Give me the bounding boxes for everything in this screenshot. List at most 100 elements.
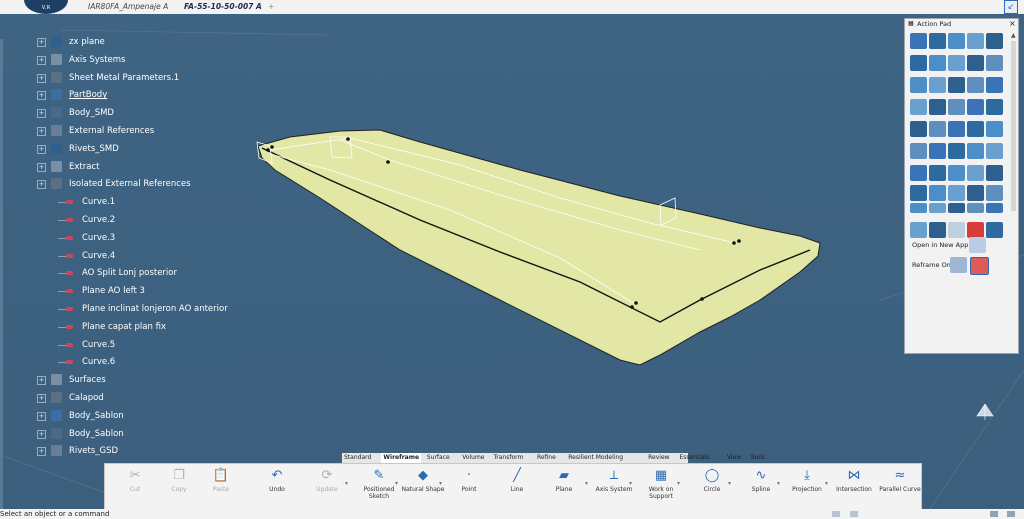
action-pad-tool-icon[interactable] [910,203,927,213]
status-icon-2[interactable] [850,511,858,517]
plane-button[interactable]: ▰ Plane [542,468,586,508]
work-on-support-button[interactable]: ▦ Work on Support [639,468,683,508]
action-pad-tool-icon[interactable] [929,77,946,93]
action-pad-tool-icon[interactable] [967,99,984,115]
3d-viewport[interactable]: + zx plane + Axis Systems + Sheet Metal Param… [0,14,1024,509]
expand-icon[interactable]: + [37,429,46,439]
action-pad-tool-icon[interactable] [929,55,946,71]
action-pad-tool-icon[interactable] [986,77,1003,93]
tab-volume[interactable]: Volume [460,453,486,463]
action-pad-tool-icon[interactable] [910,55,927,71]
action-pad-tool-icon[interactable] [986,55,1003,71]
action-pad-tool-icon[interactable] [967,143,984,159]
dropdown-caret-icon[interactable]: ▾ [585,480,588,487]
action-pad-tool-icon[interactable] [967,121,984,137]
dropdown-caret-icon[interactable]: ▾ [345,480,348,487]
tab-transform[interactable]: Transform [492,453,526,463]
point-button[interactable]: · Point [447,468,491,508]
paste-button[interactable]: 📋 Paste [199,468,243,508]
action-pad-tool-icon[interactable] [910,185,927,201]
reframe-on-label[interactable]: Reframe On [912,261,951,269]
tab-tools[interactable]: Tools [748,453,767,463]
tab-iar80fa[interactable]: IAR80FA_Ampenaje A [88,0,168,14]
tab-surface[interactable]: Surface [425,453,452,463]
action-pad-tool-icon[interactable] [929,165,946,181]
expand-icon[interactable]: + [37,38,46,47]
dropdown-caret-icon[interactable]: ▾ [629,480,632,487]
action-pad-tool-icon[interactable] [967,55,984,71]
action-pad-tool-icon[interactable] [986,99,1003,115]
action-pad-tool-icon[interactable] [929,33,946,49]
reframe-icon[interactable] [950,257,967,273]
status-icon-1[interactable] [832,511,840,517]
intersection-button[interactable]: ⋈ Intersection [832,468,876,508]
expand-icon[interactable]: + [37,73,46,83]
expand-icon[interactable]: + [37,162,46,172]
action-pad-tool-icon[interactable] [910,77,927,93]
expand-icon[interactable]: + [37,447,46,457]
action-pad-tool-icon[interactable] [910,99,927,115]
app-logo[interactable]: V,R [24,0,68,14]
action-pad-tool-icon[interactable] [986,121,1003,137]
line-button[interactable]: ╱ Line [495,468,539,508]
action-pad-tool-icon[interactable] [929,99,946,115]
projection-button[interactable]: ⤓ Projection [785,468,829,508]
collapse-icon[interactable]: ↙ [1004,0,1018,14]
dropdown-caret-icon[interactable]: ▾ [395,480,398,487]
action-pad-tool-icon[interactable] [910,33,927,49]
dropdown-caret-icon[interactable]: ▾ [439,480,442,487]
action-pad-tool-icon[interactable] [929,222,946,238]
action-pad-tool-icon[interactable] [967,203,984,213]
circle-button[interactable]: ◯ Circle [690,468,734,508]
action-pad-tool-icon[interactable] [948,185,965,201]
expand-icon[interactable]: + [37,180,46,190]
action-pad-tool-icon[interactable] [929,143,946,159]
expand-icon[interactable]: + [37,109,46,119]
dropdown-caret-icon[interactable]: ▾ [825,480,828,487]
cut-button[interactable]: ✂ Cut [113,468,157,508]
natural-shape-button[interactable]: ◆ Natural Shape [401,468,445,508]
axis-system-button[interactable]: ⟂ Axis System [592,468,636,508]
add-tab-button[interactable]: + [268,0,274,14]
tab-refine[interactable]: Refine [535,453,558,463]
tab-view[interactable]: View [725,453,743,463]
undo-button[interactable]: ↶ Undo [255,468,299,508]
status-icon-3[interactable] [990,511,998,517]
action-pad-tool-icon[interactable] [967,33,984,49]
action-pad-tool-icon[interactable] [929,121,946,137]
action-pad-tool-icon[interactable] [948,165,965,181]
expand-icon[interactable]: + [37,394,46,403]
dropdown-caret-icon[interactable]: ▾ [777,480,780,487]
action-pad-tool-icon[interactable] [986,33,1003,49]
positioned-sketch-button[interactable]: ✎ Positioned Sketch [357,468,401,508]
expand-icon[interactable]: + [37,91,46,101]
action-pad-tool-icon[interactable] [929,185,946,201]
action-pad-tool-icon[interactable] [948,55,965,71]
copy-button[interactable]: ❐ Copy [157,468,201,508]
action-pad-scrollbar[interactable] [1011,41,1016,211]
tab-wireframe[interactable]: Wireframe [381,453,422,463]
action-pad-tool-icon[interactable] [929,203,946,213]
expand-icon[interactable]: + [37,55,46,65]
dropdown-caret-icon[interactable]: ▾ [677,480,680,487]
action-pad-tool-icon[interactable] [967,165,984,181]
expand-icon[interactable]: + [37,144,46,154]
reframe-on-icon[interactable] [970,257,989,275]
close-icon[interactable]: × [1009,19,1016,29]
compass-icon[interactable] [976,403,994,420]
action-pad-tool-icon[interactable] [948,33,965,49]
action-pad-tool-icon[interactable] [967,222,984,238]
action-pad-tool-icon[interactable] [986,222,1003,238]
scroll-up-icon[interactable]: ▲ [1011,32,1016,39]
action-pad-tool-icon[interactable] [967,77,984,93]
open-in-new-app-label[interactable]: Open in New App [912,241,968,249]
spline-button[interactable]: ∿ Spline [739,468,783,508]
expand-icon[interactable]: + [37,376,46,386]
tab-essentials[interactable]: Essentials [677,453,711,463]
action-pad-tool-icon[interactable] [967,185,984,201]
parallel-curve-button[interactable]: ≈ Parallel Curve [878,468,922,508]
action-pad-tool-icon[interactable] [986,165,1003,181]
action-pad-tool-icon[interactable] [986,143,1003,159]
tab-resilient-modeling[interactable]: Resilient Modeling [566,453,625,463]
action-pad-tool-icon[interactable] [986,203,1003,213]
